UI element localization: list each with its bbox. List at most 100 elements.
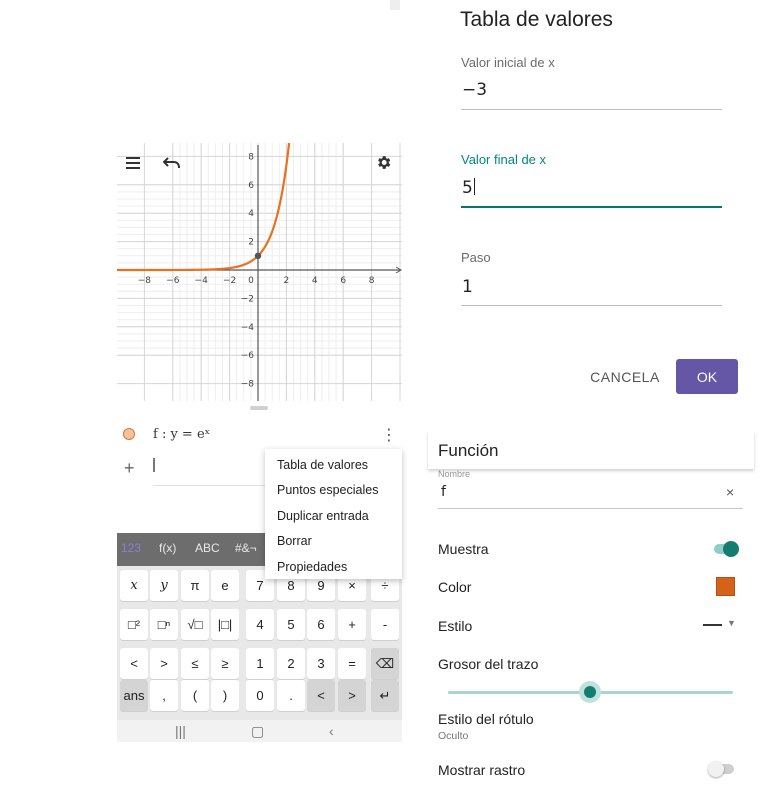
key-right[interactable]: > [338, 680, 366, 711]
recent-apps-icon[interactable]: ||| [175, 723, 186, 739]
step-input[interactable]: 1 [462, 277, 473, 297]
show-toggle-thumb [723, 541, 739, 557]
label-style-value: Oculto [438, 730, 469, 742]
cancel-button[interactable]: CANCELA [585, 360, 665, 394]
graphics-view[interactable]: −8 −6 −4 −2 0 2 4 6 8 8 6 4 2 −2 −4 −6 −8 [117, 143, 402, 401]
menu-item-table-of-values[interactable]: Tabla de valores [265, 453, 402, 478]
y-tick-label: 4 [248, 209, 254, 219]
x-tick-label: 8 [369, 276, 375, 286]
key-x[interactable]: x [120, 570, 148, 601]
back-icon[interactable]: ‹ [329, 723, 334, 739]
dropdown-arrow-icon[interactable]: ▼ [727, 618, 736, 628]
add-icon[interactable]: + [124, 458, 135, 479]
show-toggle[interactable] [714, 540, 740, 558]
key-plus[interactable]: + [338, 609, 366, 640]
style-label: Estilo [438, 618, 473, 634]
menu-item-duplicate[interactable]: Duplicar entrada [265, 504, 402, 529]
trace-toggle-thumb [708, 761, 724, 777]
undo-icon[interactable] [162, 155, 181, 173]
key-left[interactable]: < [307, 680, 335, 711]
show-label: Muestra [438, 541, 489, 557]
properties-header: Función [428, 431, 754, 469]
key-5[interactable]: 5 [277, 609, 305, 640]
clear-name-icon[interactable]: × [726, 484, 734, 500]
gear-icon[interactable] [375, 154, 392, 174]
ok-button[interactable]: OK [676, 359, 738, 394]
end-x-label: Valor final de x [461, 152, 547, 167]
tab-symbols[interactable]: #&¬ [235, 541, 257, 555]
visibility-toggle[interactable] [123, 428, 135, 440]
name-field-label: Nombre [438, 469, 471, 479]
key-e[interactable]: e [211, 570, 239, 601]
key-open-paren[interactable]: ( [181, 680, 209, 711]
y-tick-label: 8 [248, 152, 254, 162]
key-minus[interactable]: - [371, 609, 399, 640]
key-abs[interactable]: |□| [211, 609, 239, 640]
x-tick-label: 6 [340, 276, 346, 286]
key-6[interactable]: 6 [307, 609, 335, 640]
properties-title: Función [438, 441, 499, 460]
tab-letters[interactable]: ABC [195, 541, 220, 555]
key-0[interactable]: 0 [246, 680, 274, 711]
key-enter[interactable]: ↵ [371, 680, 399, 711]
y-tick-label: 6 [248, 181, 254, 191]
x-tick-label: 0 [248, 276, 254, 286]
key-square[interactable]: □² [120, 609, 148, 640]
menu-item-delete[interactable]: Borrar [265, 529, 402, 554]
step-label: Paso [461, 250, 491, 265]
key-4[interactable]: 4 [246, 609, 274, 640]
line-style-preview[interactable] [703, 624, 722, 626]
tab-numbers[interactable]: 123 [121, 541, 141, 555]
label-style-label[interactable]: Estilo del rótulo [438, 711, 534, 727]
key-ans[interactable]: ans [120, 680, 148, 711]
y-tick-label: −8 [241, 380, 255, 390]
key-close-paren[interactable]: ) [211, 680, 239, 711]
key-y[interactable]: y [150, 570, 178, 601]
trace-toggle[interactable] [708, 760, 734, 778]
key-backspace[interactable]: ⌫ [371, 648, 399, 679]
name-field-input[interactable]: f [441, 484, 446, 500]
key-greater-equal[interactable]: ≥ [211, 648, 239, 679]
key-point[interactable]: . [277, 680, 305, 711]
x-tick-label: −6 [166, 276, 180, 286]
thickness-slider-thumb[interactable] [584, 686, 596, 698]
y-tick-label: −4 [241, 323, 255, 333]
menu-item-properties[interactable]: Propiedades [265, 555, 402, 580]
end-x-input[interactable]: 5 [462, 178, 475, 198]
home-icon[interactable]: ▢ [251, 723, 264, 740]
x-tick-label: 2 [284, 276, 290, 286]
function-expression[interactable]: f : y = eˣ [153, 427, 210, 442]
more-options-icon[interactable]: ⋮ [381, 425, 397, 445]
key-less-equal[interactable]: ≤ [181, 648, 209, 679]
y-intercept-point [254, 252, 262, 259]
menu-item-special-points[interactable]: Puntos especiales [265, 478, 402, 503]
end-x-underline [461, 206, 722, 208]
key-3[interactable]: 3 [307, 648, 335, 679]
dialog-title: Tabla de valores [460, 8, 613, 31]
x-tick-label: 4 [312, 276, 318, 286]
thickness-label: Grosor del trazo [438, 656, 539, 672]
graph-canvas[interactable]: −8 −6 −4 −2 0 2 4 6 8 8 6 4 2 −2 −4 −6 −8 [117, 143, 402, 401]
key-2[interactable]: 2 [277, 648, 305, 679]
start-x-input[interactable]: −3 [462, 80, 487, 100]
color-label: Color [438, 579, 472, 595]
menu-icon[interactable] [125, 155, 141, 173]
key-comma[interactable]: , [150, 680, 178, 711]
input-underline [153, 485, 265, 486]
system-navigation-bar: ||| ▢ ‹ [117, 720, 402, 742]
key-sqrt[interactable]: √□ [181, 609, 209, 640]
color-swatch[interactable] [716, 577, 735, 596]
start-x-label: Valor inicial de x [461, 55, 555, 70]
panel-drag-handle[interactable] [250, 406, 268, 410]
key-pi[interactable]: π [181, 570, 209, 601]
step-underline [461, 305, 722, 306]
top-edge-divider [390, 0, 400, 10]
input-bar-caret[interactable] [153, 458, 155, 472]
key-1[interactable]: 1 [246, 648, 274, 679]
key-less[interactable]: < [120, 648, 148, 679]
key-power[interactable]: □ⁿ [150, 609, 178, 640]
tab-functions[interactable]: f(x) [159, 541, 176, 555]
trace-label: Mostrar rastro [438, 762, 526, 778]
key-equals[interactable]: = [338, 648, 366, 679]
key-greater[interactable]: > [150, 648, 178, 679]
